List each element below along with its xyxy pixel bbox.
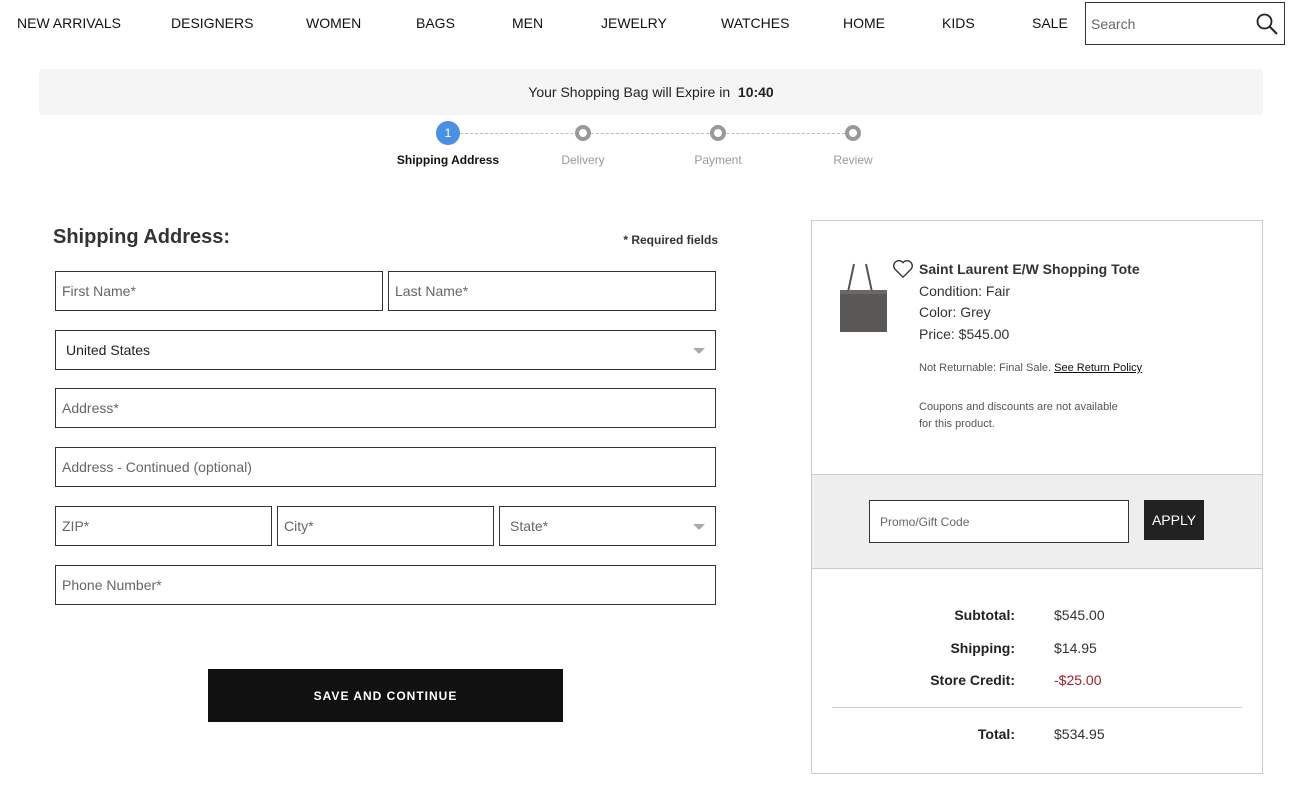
return-note: Not Returnable: Final Sale. See Return P…	[919, 360, 1149, 377]
nav-women[interactable]: WOMEN	[306, 15, 361, 31]
first-name-field	[55, 271, 383, 311]
bag-expiry-banner: Your Shopping Bag will Expire in 10:40	[39, 69, 1263, 115]
step-payment: Payment	[694, 153, 742, 167]
country-value: United States	[66, 342, 151, 358]
return-policy-link[interactable]: See Return Policy	[1054, 362, 1142, 374]
step-3-icon	[710, 125, 726, 141]
promo-field	[869, 500, 1129, 543]
nav-designers[interactable]: DESIGNERS	[171, 15, 253, 31]
nav-men[interactable]: MEN	[512, 15, 543, 31]
step-4-icon	[845, 125, 861, 141]
address2-input[interactable]	[62, 448, 715, 486]
search-box	[1085, 2, 1285, 45]
state-value: State*	[510, 518, 549, 534]
expiry-timer: 10:40	[737, 84, 774, 100]
last-name-input[interactable]	[395, 272, 715, 310]
subtotal-label: Subtotal:	[954, 607, 1015, 623]
nav-sale[interactable]: SALE	[1032, 15, 1068, 31]
address-input[interactable]	[62, 389, 715, 427]
product-price: Price: $545.00	[919, 326, 1010, 342]
form-title: Shipping Address:	[53, 226, 231, 248]
nav-watches[interactable]: WATCHES	[721, 15, 789, 31]
coupon-note: Coupons and discounts are not available …	[919, 401, 1118, 430]
nav-kids[interactable]: KIDS	[942, 15, 975, 31]
first-name-input[interactable]	[62, 272, 382, 310]
zip-field	[55, 506, 272, 546]
city-input[interactable]	[284, 507, 493, 545]
country-select[interactable]: United States	[55, 330, 716, 370]
totals-divider	[832, 707, 1242, 708]
product-image[interactable]	[838, 262, 890, 334]
store-credit-value: -$25.00	[1054, 672, 1102, 688]
nav-home[interactable]: HOME	[843, 15, 885, 31]
step-shipping-address: Shipping Address	[396, 153, 500, 167]
step-review: Review	[833, 153, 873, 167]
total-value: $534.95	[1054, 726, 1105, 742]
city-field	[277, 506, 494, 546]
product-color: Color: Grey	[919, 304, 991, 320]
chevron-down-icon	[693, 524, 705, 530]
heart-icon[interactable]	[892, 259, 914, 279]
shipping-value: $14.95	[1054, 640, 1097, 656]
zip-input[interactable]	[62, 507, 271, 545]
address-field	[55, 388, 716, 428]
stepper-line	[460, 133, 845, 134]
product-name: Saint Laurent E/W Shopping Tote	[919, 261, 1140, 277]
state-select[interactable]: State*	[499, 506, 716, 546]
return-text: Not Returnable: Final Sale.	[919, 362, 1052, 374]
apply-button[interactable]: APPLY	[1144, 500, 1204, 540]
search-input[interactable]	[1086, 3, 1246, 44]
total-label: Total:	[977, 726, 1015, 742]
expiry-text: Your Shopping Bag will Expire in	[528, 84, 731, 100]
step-2-icon	[575, 125, 591, 141]
promo-input[interactable]	[880, 501, 1128, 542]
product-condition: Condition: Fair	[919, 283, 1011, 299]
address2-field	[55, 447, 716, 487]
step-1-icon: 1	[436, 121, 460, 145]
subtotal-value: $545.00	[1054, 607, 1105, 623]
chevron-down-icon	[693, 348, 705, 354]
required-note: * Required fields	[623, 233, 718, 247]
nav-bags[interactable]: BAGS	[416, 15, 455, 31]
nav-new-arrivals[interactable]: NEW ARRIVALS	[17, 15, 121, 31]
shipping-label: Shipping:	[950, 640, 1015, 656]
store-credit-label: Store Credit:	[930, 672, 1015, 688]
phone-input[interactable]	[62, 566, 715, 604]
search-icon[interactable]	[1255, 12, 1279, 36]
step-delivery: Delivery	[561, 153, 605, 167]
last-name-field	[388, 271, 716, 311]
save-and-continue-button[interactable]: SAVE AND CONTINUE	[208, 669, 563, 722]
nav-jewelry[interactable]: JEWELRY	[601, 15, 667, 31]
phone-field	[55, 565, 716, 605]
